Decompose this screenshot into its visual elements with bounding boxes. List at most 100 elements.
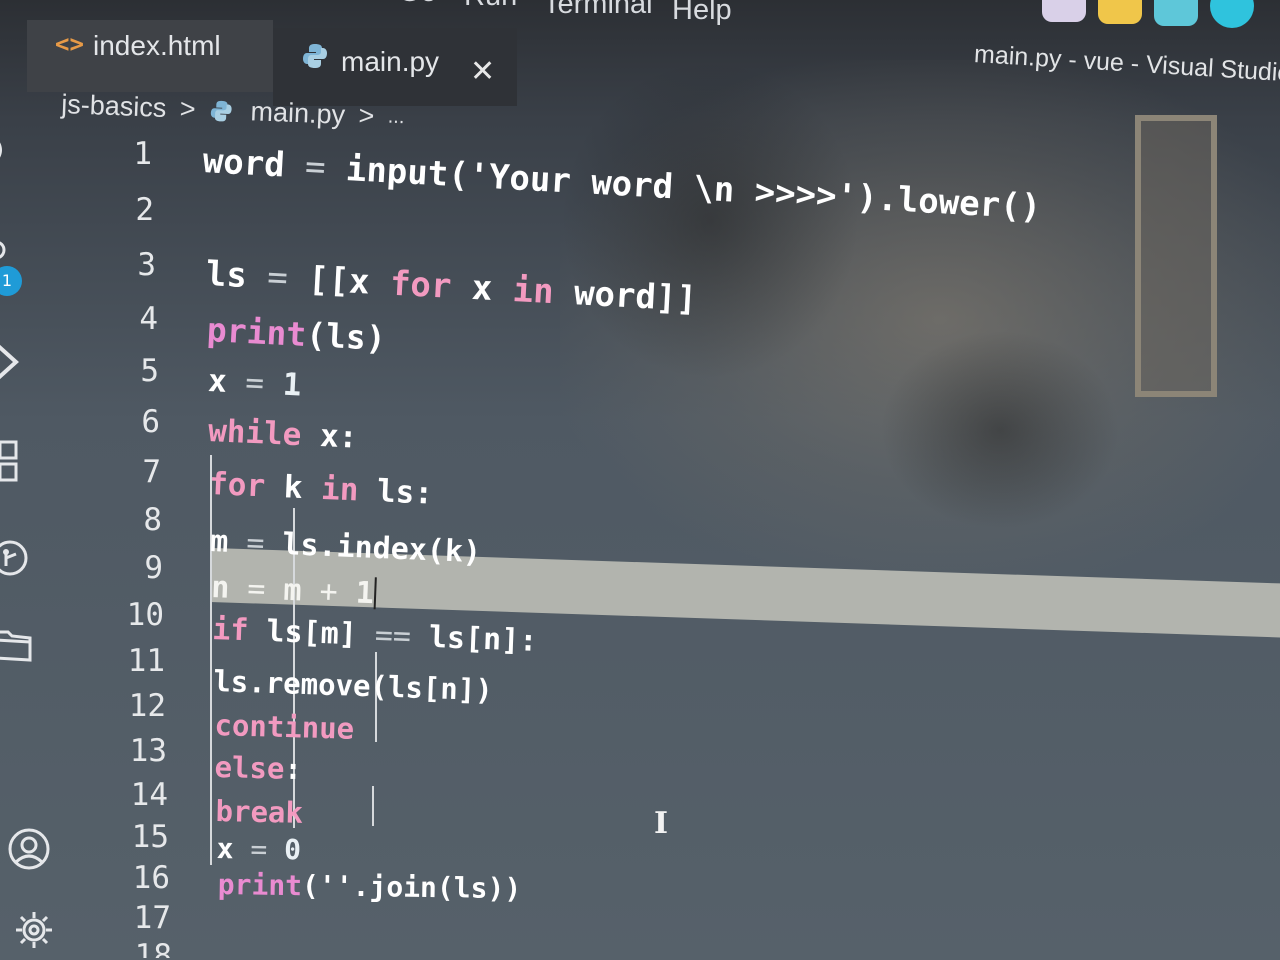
- code-token: .: [317, 528, 338, 565]
- code-token: k: [444, 533, 464, 570]
- code-token: x: [470, 267, 494, 309]
- code-token: 'Your word \n >>>>': [467, 155, 859, 218]
- code-token: [: [327, 260, 351, 302]
- code-token: x: [348, 261, 371, 303]
- code-token: m: [320, 615, 340, 652]
- code-token: ): [855, 177, 879, 219]
- line-number: 2: [135, 192, 154, 228]
- code-token: continue: [214, 708, 355, 746]
- code-line-9: n = m + 1: [211, 570, 377, 611]
- code-line-3: ls = [[x for x in word]]: [205, 254, 698, 320]
- line-number: 17: [133, 900, 171, 936]
- code-token: [: [422, 670, 441, 706]
- code-token: n: [210, 570, 231, 606]
- line-number: 4: [139, 301, 158, 337]
- code-token: m: [209, 524, 230, 560]
- line-number: 10: [126, 597, 164, 633]
- code-token: .: [352, 869, 370, 904]
- code-line-16: print(''.join(ls)): [218, 868, 522, 905]
- code-token: (: [436, 871, 455, 905]
- code-token: for: [388, 263, 453, 307]
- code-token: (: [369, 669, 389, 704]
- code-token: print: [217, 868, 303, 903]
- code-token: .: [876, 178, 900, 220]
- code-token: [: [464, 621, 484, 657]
- code-token: ]: [338, 616, 358, 653]
- code-token: n: [482, 621, 502, 658]
- code-token: word: [573, 273, 657, 318]
- code-token: join: [369, 870, 438, 905]
- code-line-12: continue: [214, 708, 355, 746]
- code-line-1: word = input('Your word \n >>>>').lower(…: [202, 141, 1042, 228]
- code-token: ls: [428, 619, 466, 657]
- code-line-5: x = 1: [207, 363, 302, 404]
- code-line-14: break: [215, 794, 303, 830]
- line-number: 14: [130, 777, 168, 813]
- code-token: =: [245, 525, 266, 562]
- code-token: if: [211, 612, 250, 649]
- code-token: else: [214, 750, 285, 786]
- code-token: +: [318, 574, 339, 610]
- line-number: 7: [142, 454, 161, 490]
- line-number: 12: [128, 688, 166, 724]
- line-number: 1: [133, 136, 152, 172]
- code-token: '': [318, 869, 353, 903]
- code-token: 1: [355, 575, 375, 612]
- code-token: index: [335, 529, 428, 569]
- code-token: ]: [675, 278, 698, 320]
- code-token: =: [266, 257, 289, 299]
- code-token: ls: [204, 254, 248, 297]
- code-token: ls: [281, 527, 320, 564]
- code-token: =: [303, 146, 327, 188]
- code-editor[interactable]: 1 2 3 4 5 6 7 8 9 10 11 12 13 14 15 16 1…: [0, 0, 1280, 960]
- line-number: 6: [141, 404, 160, 440]
- line-number: 9: [144, 550, 163, 586]
- code-token: break: [215, 794, 304, 830]
- code-token: ==: [374, 617, 412, 655]
- line-number: 5: [140, 353, 159, 389]
- code-token: ]: [500, 622, 520, 659]
- code-token: =: [246, 571, 267, 608]
- code-token: (: [447, 154, 470, 196]
- code-token: m: [282, 572, 303, 609]
- code-token: k: [283, 469, 304, 507]
- code-token: (: [426, 533, 446, 569]
- code-token: n: [439, 671, 459, 707]
- code-token: word: [201, 141, 286, 186]
- code-token: (: [998, 185, 1022, 227]
- code-token: 0: [283, 833, 302, 867]
- editor-screen-photo: Go Run Terminal Help main.py - vue - Vis…: [0, 0, 1280, 960]
- code-token: (: [301, 869, 320, 903]
- code-token: lower: [896, 179, 1002, 226]
- code-token: x: [207, 363, 228, 400]
- mouse-ibeam-cursor: I: [654, 806, 669, 841]
- code-token: print: [206, 310, 308, 354]
- code-token: ls: [265, 613, 304, 651]
- line-number: 16: [132, 860, 170, 896]
- code-token: in: [320, 470, 360, 509]
- code-token: (: [305, 315, 328, 355]
- code-token: ): [462, 534, 482, 571]
- code-token: .: [247, 665, 267, 700]
- code-token: =: [244, 364, 265, 402]
- code-token: :: [337, 418, 359, 456]
- code-token: input: [344, 149, 450, 195]
